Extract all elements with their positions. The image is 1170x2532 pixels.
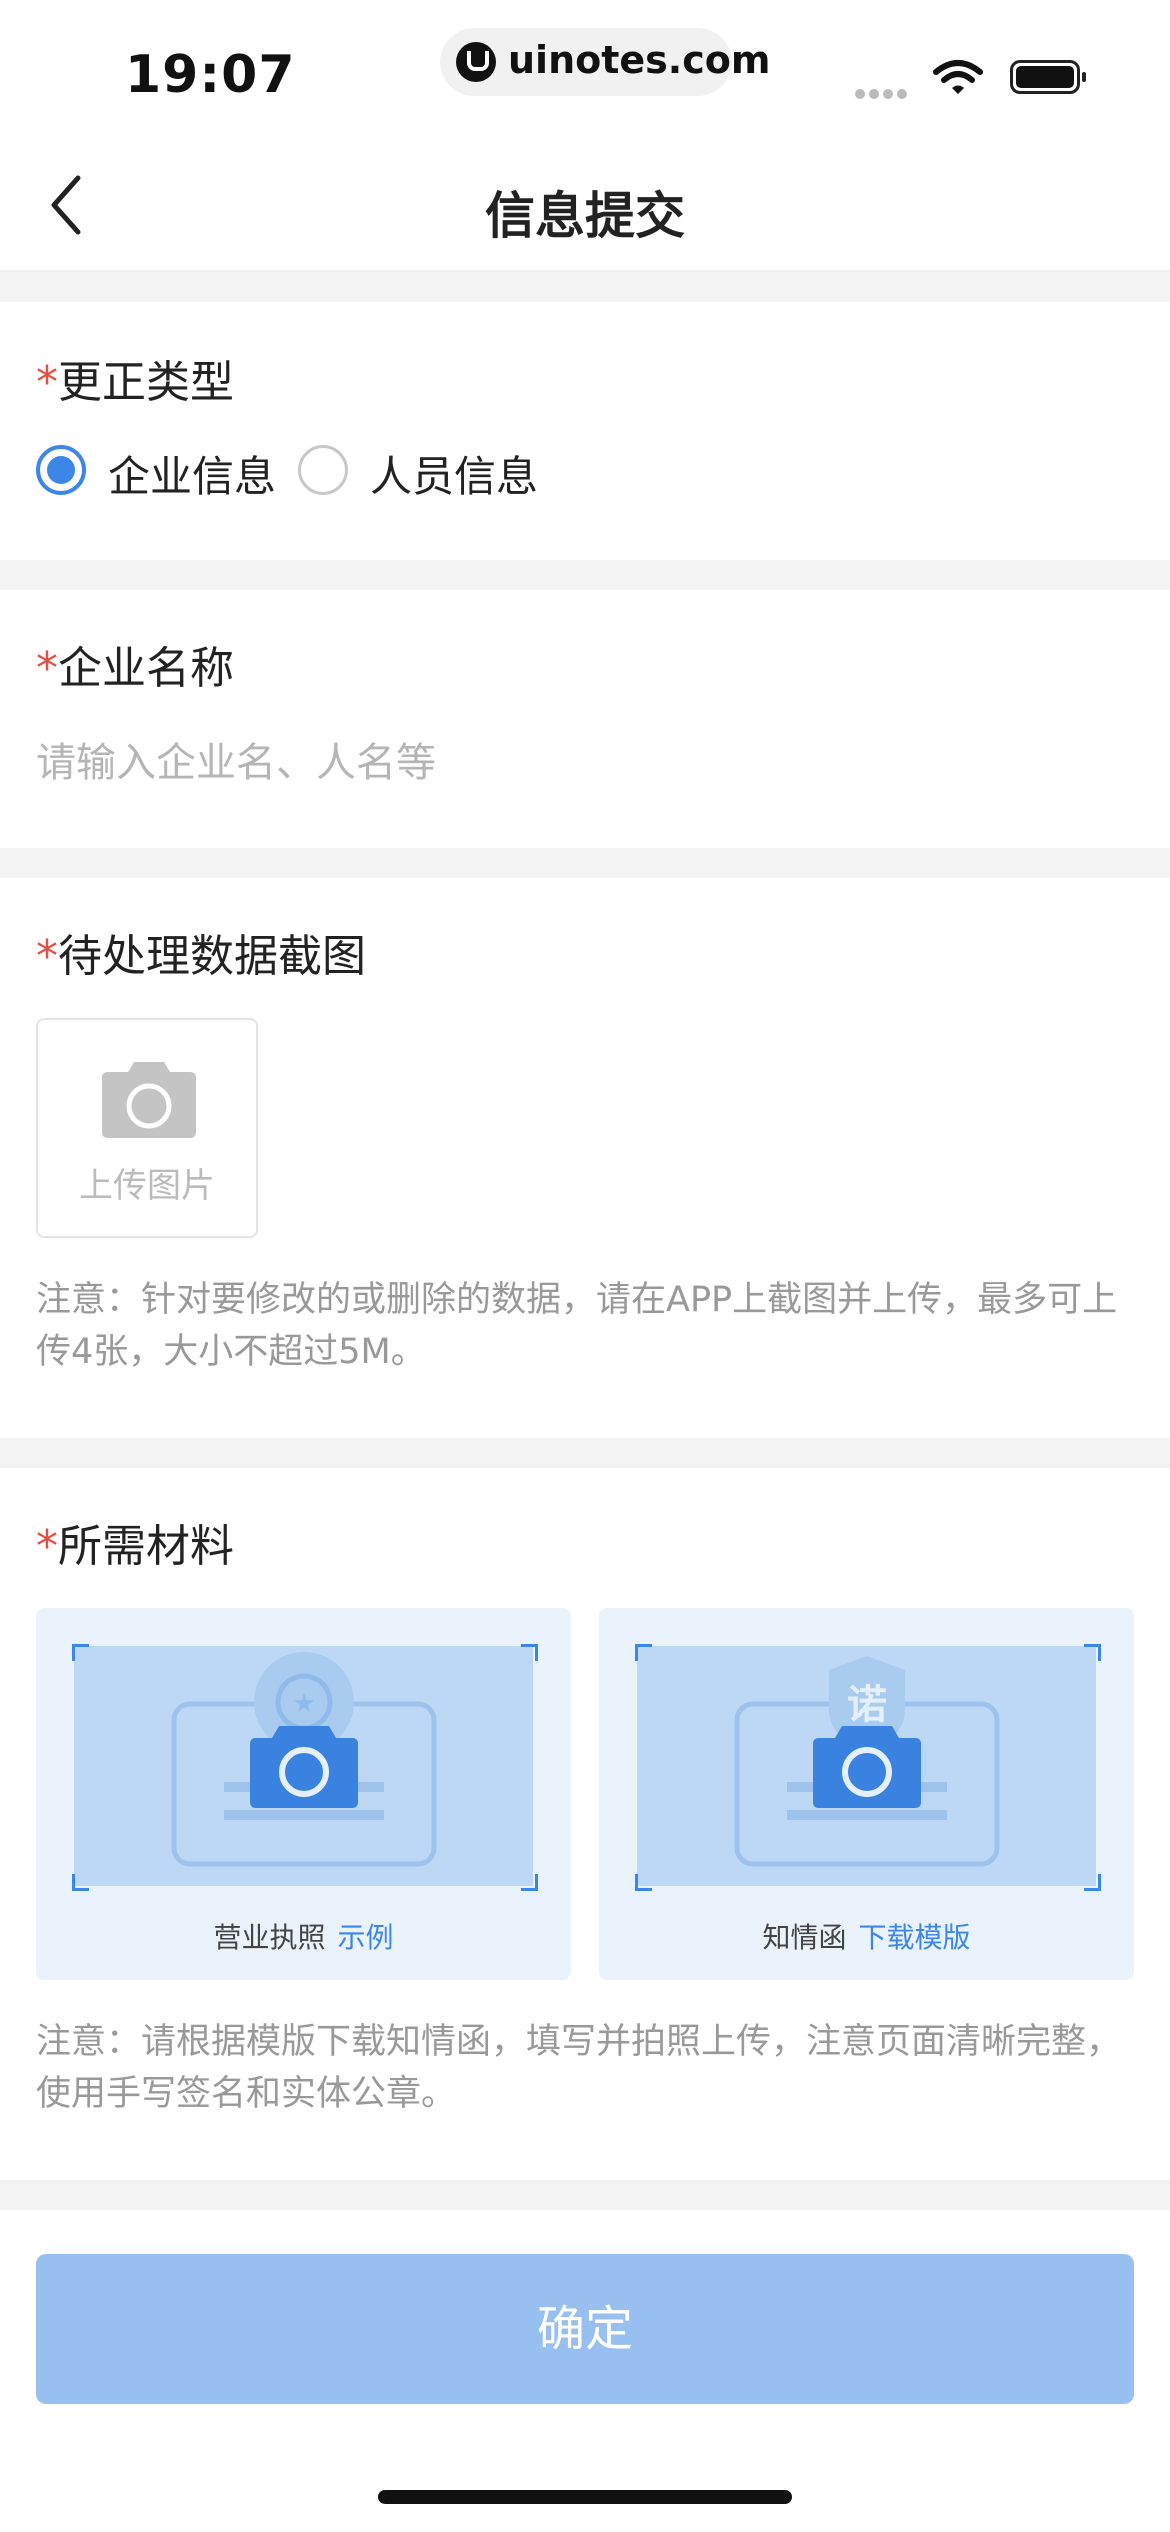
business-license-frame: ★	[74, 1646, 533, 1886]
status-bar: 19:07 uinotes.com	[0, 0, 1170, 140]
notice-letter-frame: 诺	[637, 1646, 1096, 1886]
correction-type-text: 更正类型	[58, 357, 234, 408]
section-divider	[0, 2180, 1170, 2210]
cellular-signal-icon	[855, 84, 911, 103]
frame-corner	[635, 1874, 652, 1891]
business-license-caption: 营业执照 示例	[36, 1916, 571, 1956]
radio-company-info-label[interactable]: 企业信息	[108, 443, 276, 504]
business-license-text: 营业执照	[213, 1921, 326, 1954]
upload-image-button[interactable]: 上传图片	[36, 1018, 258, 1238]
company-name-label: *企业名称	[36, 632, 234, 696]
url-text: uinotes.com	[508, 38, 771, 82]
section-divider	[0, 848, 1170, 878]
battery-icon	[1010, 60, 1086, 94]
section-divider	[0, 560, 1170, 590]
screenshot-section: *待处理数据截图 上传图片 注意：针对要修改的或删除的数据，请在APP上截图并上…	[0, 878, 1170, 1438]
shield-char: 诺	[847, 1682, 887, 1728]
screenshot-text: 待处理数据截图	[58, 931, 366, 982]
section-divider	[0, 1438, 1170, 1468]
radio-person-info-label[interactable]: 人员信息	[370, 443, 538, 504]
site-logo-icon	[456, 42, 496, 82]
confirm-button[interactable]: 确定	[36, 2254, 1134, 2404]
required-mark: *	[36, 931, 58, 982]
nav-bar: 信息提交	[0, 140, 1170, 272]
license-illustration-icon: ★	[171, 1652, 437, 1867]
materials-label: *所需材料	[36, 1510, 234, 1574]
frame-corner	[72, 1874, 89, 1891]
notice-letter-text: 知情函	[762, 1921, 847, 1954]
badge-star-icon: ★	[292, 1689, 315, 1719]
materials-grid: ★ 营业执照 示例 诺 知情函 下载模版	[36, 1608, 1134, 1980]
company-name-section: *企业名称 请输入企业名、人名等	[0, 590, 1170, 848]
correction-type-section: *更正类型 企业信息 人员信息	[0, 302, 1170, 560]
radio-person-info[interactable]	[298, 445, 348, 495]
frame-corner	[1084, 1874, 1101, 1891]
section-divider	[0, 272, 1170, 302]
camera-icon	[102, 1062, 196, 1138]
radio-company-info[interactable]	[36, 445, 86, 495]
page-title: 信息提交	[485, 187, 685, 245]
upload-image-label: 上传图片	[79, 1166, 215, 1206]
required-mark: *	[36, 1521, 58, 1572]
frame-corner	[635, 1644, 652, 1661]
frame-corner	[521, 1644, 538, 1661]
required-mark: *	[36, 643, 58, 694]
business-license-upload[interactable]: ★ 营业执照 示例	[36, 1608, 571, 1980]
download-template-link[interactable]: 下载模版	[859, 1921, 971, 1954]
screenshot-label: *待处理数据截图	[36, 920, 366, 984]
status-time: 19:07	[125, 45, 296, 105]
url-pill[interactable]: uinotes.com	[440, 28, 770, 96]
materials-text: 所需材料	[58, 1521, 234, 1572]
frame-corner	[72, 1644, 89, 1661]
frame-corner	[521, 1874, 538, 1891]
screenshot-note: 注意：针对要修改的或删除的数据，请在APP上截图并上传，最多可上传4张，大小不超…	[36, 1280, 1118, 1372]
radio-group: 企业信息 人员信息	[36, 445, 636, 501]
materials-note: 注意：请根据模版下载知情函，填写并拍照上传，注意页面清晰完整，使用手写签名和实体…	[36, 2022, 1122, 2114]
home-indicator[interactable]	[378, 2490, 792, 2504]
notice-letter-illustration-icon: 诺	[734, 1656, 1000, 1867]
correction-type-label: *更正类型	[36, 346, 234, 410]
notice-letter-upload[interactable]: 诺 知情函 下载模版	[599, 1608, 1134, 1980]
wifi-icon	[933, 60, 983, 94]
notice-letter-caption: 知情函 下载模版	[599, 1916, 1134, 1956]
company-name-text: 企业名称	[58, 643, 234, 694]
materials-section: *所需材料 ★ 营业执照 示例 诺 知情函 下载模版 注意：请根据模版下载知情函…	[0, 1468, 1170, 2180]
frame-corner	[1084, 1644, 1101, 1661]
company-name-input[interactable]: 请输入企业名、人名等	[36, 730, 1136, 790]
required-mark: *	[36, 357, 58, 408]
example-link[interactable]: 示例	[338, 1921, 394, 1954]
